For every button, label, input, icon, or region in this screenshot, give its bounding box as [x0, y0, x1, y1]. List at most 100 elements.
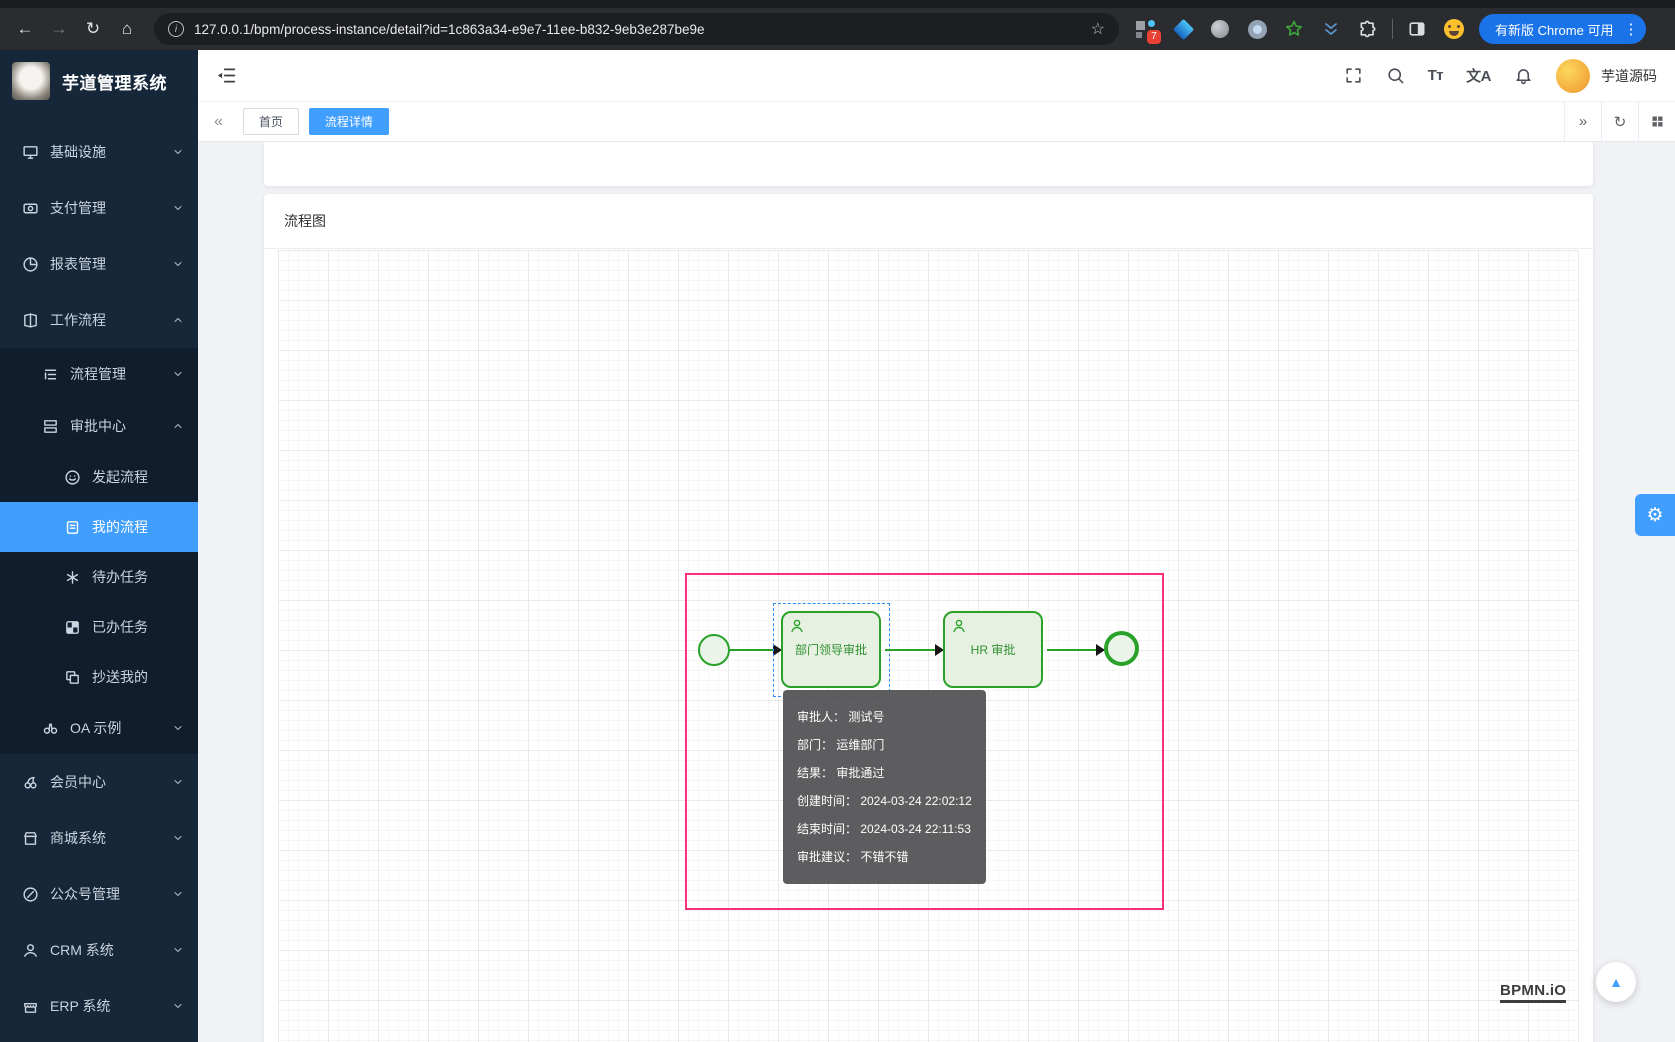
- back-icon[interactable]: ←: [10, 14, 40, 44]
- flow-diagram-panel: 流程图 部门领导审批 HR 审批: [264, 194, 1593, 1042]
- page-content: 流程图 部门领导审批 HR 审批: [198, 142, 1675, 1042]
- extension-star-icon[interactable]: [1281, 16, 1307, 42]
- chevron-down-icon: [172, 1000, 184, 1012]
- sidebar: 芋道管理系统 基础设施 支付管理 报表管理 工作流程: [0, 50, 198, 1042]
- extension-double-chevron-icon[interactable]: [1318, 16, 1344, 42]
- extensions-area: 7: [1133, 16, 1467, 42]
- browser-tabstrip: [0, 0, 1675, 8]
- copy-icon: [64, 669, 81, 686]
- chevron-down-icon: [172, 888, 184, 900]
- tooltip-line: 创建时间： 2024-03-24 22:02:12: [797, 787, 972, 815]
- refresh-tab-icon[interactable]: ↻: [1601, 102, 1638, 141]
- toolbar-divider: [1392, 19, 1393, 39]
- sidebar-item-infrastructure[interactable]: 基础设施: [0, 124, 198, 180]
- search-icon[interactable]: [1386, 66, 1405, 85]
- chevron-down-icon: [172, 146, 184, 158]
- tabs-scroll-left-icon[interactable]: «: [204, 113, 233, 131]
- extension-ring-icon[interactable]: [1244, 16, 1270, 42]
- font-size-icon[interactable]: Tт: [1428, 67, 1444, 84]
- sidebar-item-member-center[interactable]: 会员中心: [0, 754, 198, 810]
- translate-icon[interactable]: 文A: [1466, 65, 1491, 86]
- home-icon[interactable]: ⌂: [112, 14, 142, 44]
- sidebar-item-report[interactable]: 报表管理: [0, 236, 198, 292]
- url-bar[interactable]: i 127.0.0.1/bpm/process-instance/detail?…: [154, 13, 1119, 45]
- tooltip-line: 审批人： 测试号: [797, 703, 972, 731]
- tab-bar: « 首页 流程详情 » ↻: [198, 102, 1675, 142]
- bookmark-star-icon[interactable]: ☆: [1091, 19, 1105, 39]
- user-avatar[interactable]: [1556, 59, 1590, 93]
- book-icon: [64, 519, 81, 536]
- half-filled-square-icon: [64, 619, 81, 636]
- bpmn-user-task-hr[interactable]: HR 审批: [943, 611, 1043, 688]
- screen: ← → ↻ ⌂ i 127.0.0.1/bpm/process-instance…: [0, 0, 1675, 1042]
- chrome-update-button[interactable]: 有新版 Chrome 可用 ⋮: [1479, 14, 1646, 44]
- browser-toolbar: ← → ↻ ⌂ i 127.0.0.1/bpm/process-instance…: [0, 8, 1675, 50]
- emoji-extension-icon[interactable]: [1441, 16, 1467, 42]
- bell-icon[interactable]: [1514, 66, 1533, 85]
- side-panel-icon[interactable]: [1404, 16, 1430, 42]
- tile-icon: [1136, 21, 1145, 30]
- tab-home[interactable]: 首页: [243, 108, 299, 135]
- extension-sphere-icon[interactable]: [1207, 16, 1233, 42]
- sidebar-item-erp-system[interactable]: ERP 系统: [0, 978, 198, 1034]
- username[interactable]: 芋道源码: [1601, 66, 1657, 86]
- extensions-puzzle-icon[interactable]: [1355, 16, 1381, 42]
- tabs-scroll-right-icon[interactable]: »: [1564, 102, 1601, 141]
- sidebar-item-oa-example[interactable]: OA 示例: [0, 702, 198, 754]
- forward-icon[interactable]: →: [44, 14, 74, 44]
- back-to-top-button[interactable]: ▲: [1596, 962, 1636, 1002]
- chevron-down-icon: [172, 832, 184, 844]
- sidebar-item-cc-me[interactable]: 抄送我的: [0, 652, 198, 702]
- bpmn-start-event[interactable]: [698, 634, 730, 666]
- sequence-flow[interactable]: [1047, 649, 1097, 651]
- scrolled-card-remnant: [264, 142, 1593, 186]
- layout-grid-icon[interactable]: [1638, 102, 1675, 141]
- list-icon: [42, 366, 59, 383]
- sidebar-item-workflow[interactable]: 工作流程: [0, 292, 198, 348]
- asterisk-icon: [64, 569, 81, 586]
- bpmn-user-task-dept-leader[interactable]: 部门领导审批: [781, 611, 881, 688]
- sidebar-item-official-account[interactable]: 公众号管理: [0, 866, 198, 922]
- sidebar-item-done-tasks[interactable]: 已办任务: [0, 602, 198, 652]
- extension-kite-icon[interactable]: [1170, 16, 1196, 42]
- browser-menu-icon[interactable]: ⋮: [1623, 20, 1638, 38]
- sidebar-item-todo-tasks[interactable]: 待办任务: [0, 552, 198, 602]
- tab-process-detail[interactable]: 流程详情: [309, 108, 389, 135]
- site-info-icon[interactable]: i: [168, 21, 184, 37]
- panel-title: 流程图: [284, 211, 326, 231]
- main-area: Tт 文A 芋道源码 « 首页 流程详情 » ↻ 流: [198, 50, 1675, 1042]
- sidebar-item-approval-center[interactable]: 审批中心: [0, 400, 198, 452]
- url-text: 127.0.0.1/bpm/process-instance/detail?id…: [194, 22, 1083, 37]
- browser-chrome: ← → ↻ ⌂ i 127.0.0.1/bpm/process-instance…: [0, 0, 1675, 50]
- sidebar-item-process-management[interactable]: 流程管理: [0, 348, 198, 400]
- task-tooltip: 审批人： 测试号 部门： 运维部门 结果： 审批通过 创建时间： 2024-03…: [783, 690, 986, 884]
- sidebar-item-initiate-process[interactable]: 发起流程: [0, 452, 198, 502]
- app-logo-row[interactable]: 芋道管理系统: [0, 50, 198, 112]
- settings-gear-button[interactable]: ⚙: [1635, 494, 1675, 536]
- reload-icon[interactable]: ↻: [78, 14, 108, 44]
- extension-tiles-icon[interactable]: 7: [1133, 16, 1159, 42]
- collapse-sidebar-icon[interactable]: [216, 65, 237, 86]
- tile-icon: [1136, 32, 1142, 38]
- chevron-down-icon: [172, 722, 184, 734]
- bpmn-end-event[interactable]: [1104, 631, 1139, 666]
- sidebar-item-mall-system[interactable]: 商城系统: [0, 810, 198, 866]
- monitor-icon: [22, 144, 39, 161]
- stacked-rows-icon: [42, 418, 59, 435]
- pie-chart-icon: [22, 256, 39, 273]
- sidebar-item-crm-system[interactable]: CRM 系统: [0, 922, 198, 978]
- tooltip-line: 结束时间： 2024-03-24 22:11:53: [797, 815, 972, 843]
- sequence-flow[interactable]: [885, 649, 936, 651]
- person-icon: [22, 942, 39, 959]
- smiley-icon: [64, 469, 81, 486]
- sidebar-item-payment[interactable]: 支付管理: [0, 180, 198, 236]
- tooltip-line: 部门： 运维部门: [797, 731, 972, 759]
- sidebar-item-my-process[interactable]: 我的流程: [0, 502, 198, 552]
- sequence-flow[interactable]: [730, 649, 775, 651]
- app-title: 芋道管理系统: [62, 69, 167, 94]
- fullscreen-icon[interactable]: [1344, 66, 1363, 85]
- bpmn-canvas[interactable]: 部门领导审批 HR 审批 审批人： 测试号 部门： 运维部门 结果：: [278, 250, 1579, 1042]
- extension-badge: 7: [1147, 30, 1161, 44]
- bpmnio-watermark[interactable]: BPMN.iO: [1500, 982, 1566, 1003]
- workflow-submenu: 流程管理 审批中心 发起流程 我的流程: [0, 348, 198, 754]
